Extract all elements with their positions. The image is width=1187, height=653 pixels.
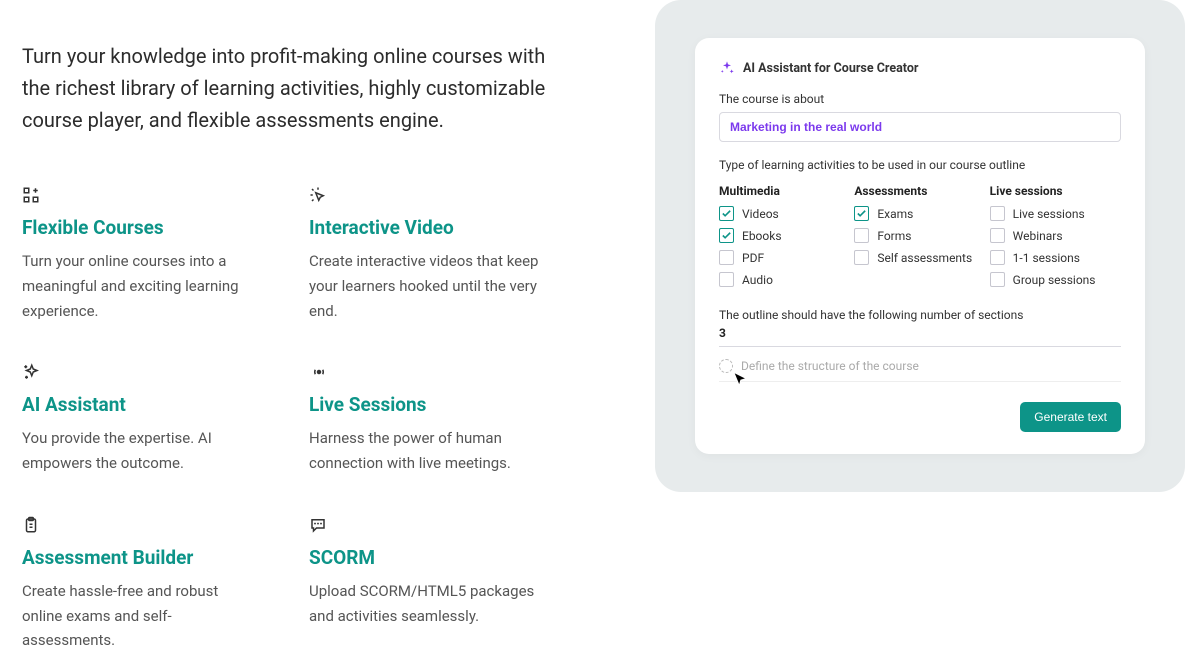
checkbox-label: Webinars — [1013, 229, 1063, 243]
checkbox-icon — [990, 206, 1005, 221]
course-topic-input[interactable] — [719, 112, 1121, 142]
column-title: Assessments — [854, 184, 985, 198]
checkbox-icon — [719, 228, 734, 243]
structure-placeholder: Define the structure of the course — [741, 359, 919, 373]
multimedia-column: Multimedia Videos Ebooks PDF Audio — [719, 184, 850, 294]
assessments-column: Assessments Exams Forms Self assessments — [854, 184, 985, 294]
topic-label: The course is about — [719, 92, 1121, 106]
checkbox-icon — [854, 206, 869, 221]
checkbox-option[interactable]: Videos — [719, 206, 850, 221]
feature-desc: Upload SCORM/HTML5 packages and activiti… — [309, 579, 539, 629]
column-title: Live sessions — [990, 184, 1121, 198]
feature-desc: Create hassle-free and robust online exa… — [22, 579, 252, 653]
checkbox-icon — [990, 228, 1005, 243]
sections-value-input[interactable]: 3 — [719, 326, 1121, 347]
panel-frame: AI Assistant for Course Creator The cour… — [655, 0, 1185, 492]
feature-desc: You provide the expertise. AI empowers t… — [22, 426, 252, 476]
checkbox-option[interactable]: Self assessments — [854, 250, 985, 265]
feature-grid: Flexible Courses Turn your online course… — [22, 186, 570, 653]
checkbox-icon — [990, 250, 1005, 265]
checkbox-label: Exams — [877, 207, 913, 221]
feature-title: Live Sessions — [309, 393, 570, 416]
checkbox-icon — [854, 228, 869, 243]
feature-desc: Create interactive videos that keep your… — [309, 249, 539, 323]
checkbox-option[interactable]: Live sessions — [990, 206, 1121, 221]
checkbox-label: Self assessments — [877, 251, 972, 265]
checkbox-label: Forms — [877, 229, 911, 243]
feature-title: Flexible Courses — [22, 216, 283, 239]
ai-sparkle-icon — [719, 60, 735, 76]
feature-live-sessions: Live Sessions Harness the power of human… — [309, 363, 570, 476]
panel-title: AI Assistant for Course Creator — [743, 61, 918, 76]
structure-input[interactable]: Define the structure of the course — [719, 359, 1121, 382]
checkbox-label: 1-1 sessions — [1013, 251, 1080, 265]
checkbox-option[interactable]: Ebooks — [719, 228, 850, 243]
feature-title: SCORM — [309, 546, 570, 569]
checkbox-icon — [719, 206, 734, 221]
panel-actions: Generate text — [719, 402, 1121, 432]
broadcast-icon — [309, 363, 570, 385]
clipboard-icon — [22, 516, 283, 538]
marketing-copy: Turn your knowledge into profit-making o… — [0, 0, 600, 602]
intro-text: Turn your knowledge into profit-making o… — [22, 40, 570, 136]
panel-header: AI Assistant for Course Creator — [719, 60, 1121, 76]
cursor-pointer-icon — [731, 371, 749, 389]
feature-desc: Harness the power of human connection wi… — [309, 426, 539, 476]
checkbox-option[interactable]: Exams — [854, 206, 985, 221]
demo-panel-region: AI Assistant for Course Creator The cour… — [600, 0, 1187, 602]
checkbox-icon — [990, 272, 1005, 287]
activities-label: Type of learning activities to be used i… — [719, 158, 1121, 172]
grid-plus-icon — [22, 186, 283, 208]
checkbox-option[interactable]: Group sessions — [990, 272, 1121, 287]
feature-assessment-builder: Assessment Builder Create hassle-free an… — [22, 516, 283, 653]
feature-interactive-video: Interactive Video Create interactive vid… — [309, 186, 570, 323]
checkbox-option[interactable]: Forms — [854, 228, 985, 243]
checkbox-label: Group sessions — [1013, 273, 1096, 287]
checkbox-option[interactable]: PDF — [719, 250, 850, 265]
cursor-click-icon — [309, 186, 570, 208]
feature-ai-assistant: AI Assistant You provide the expertise. … — [22, 363, 283, 476]
checkbox-label: PDF — [742, 251, 764, 265]
checkbox-label: Live sessions — [1013, 207, 1085, 221]
feature-flexible-courses: Flexible Courses Turn your online course… — [22, 186, 283, 323]
checkbox-option[interactable]: Audio — [719, 272, 850, 287]
sections-label: The outline should have the following nu… — [719, 308, 1121, 322]
checkbox-icon — [719, 272, 734, 287]
feature-title: Assessment Builder — [22, 546, 283, 569]
checkbox-label: Videos — [742, 207, 779, 221]
sparkles-icon — [22, 363, 283, 385]
feature-title: Interactive Video — [309, 216, 570, 239]
checkbox-icon — [719, 250, 734, 265]
generate-text-button[interactable]: Generate text — [1020, 402, 1121, 432]
checkbox-option[interactable]: Webinars — [990, 228, 1121, 243]
live-column: Live sessions Live sessions Webinars 1-1 s… — [990, 184, 1121, 294]
column-title: Multimedia — [719, 184, 850, 198]
feature-desc: Turn your online courses into a meaningf… — [22, 249, 252, 323]
checkbox-label: Audio — [742, 273, 773, 287]
checkbox-option[interactable]: 1-1 sessions — [990, 250, 1121, 265]
chat-icon — [309, 516, 570, 538]
feature-title: AI Assistant — [22, 393, 283, 416]
checkbox-label: Ebooks — [742, 229, 782, 243]
activity-columns: Multimedia Videos Ebooks PDF Audio Assessme… — [719, 184, 1121, 294]
checkbox-icon — [854, 250, 869, 265]
ai-assistant-panel: AI Assistant for Course Creator The cour… — [695, 38, 1145, 454]
feature-scorm: SCORM Upload SCORM/HTML5 packages and ac… — [309, 516, 570, 653]
